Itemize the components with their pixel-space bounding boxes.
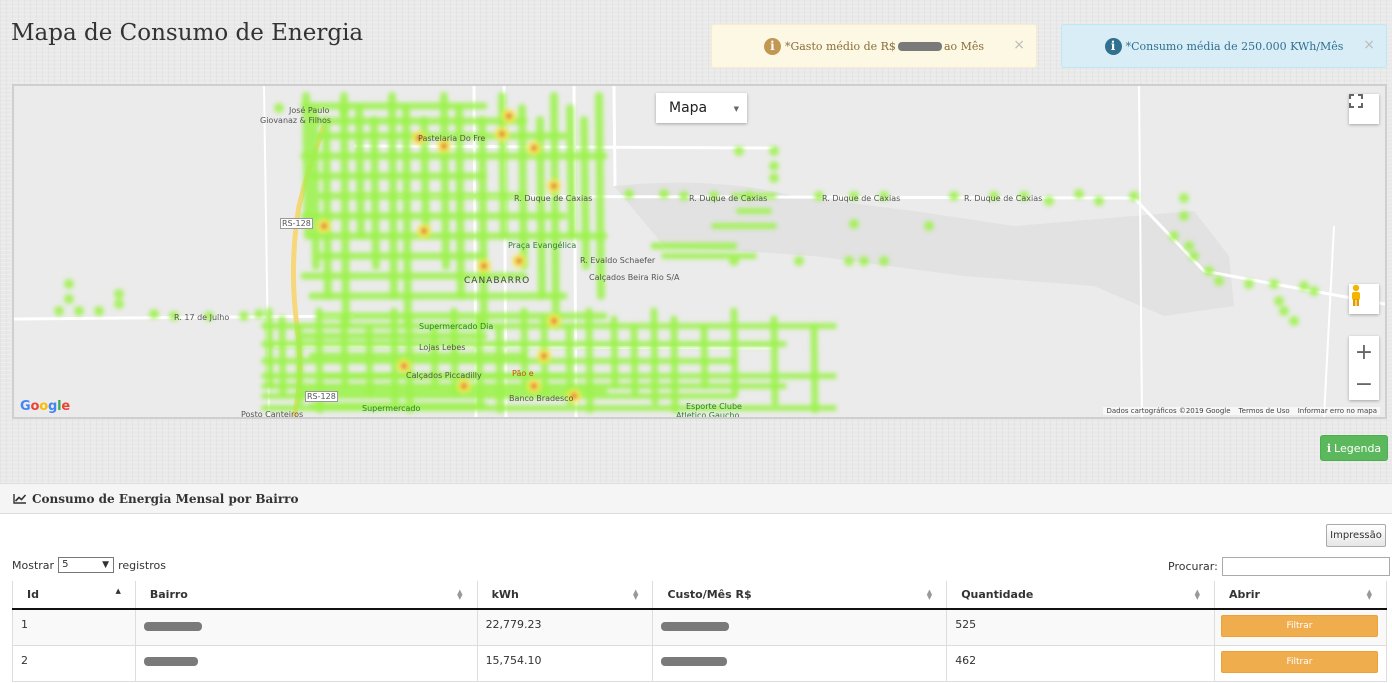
zoom-control: + −: [1349, 336, 1379, 400]
map-canvas: [14, 86, 1385, 417]
cell-kwh: 22,779.23: [476, 608, 654, 646]
cell-id: 1: [12, 608, 136, 646]
chevron-down-icon: ▼: [733, 105, 739, 113]
street-label: R. Duque de Caxias: [514, 194, 593, 203]
redacted-value: [661, 657, 728, 666]
road-shield: RS-128: [280, 218, 313, 229]
table-row: 2 15,754.10 462 Filtrar: [12, 644, 1388, 682]
cell-bairro: [134, 608, 478, 646]
map-label: Supermercado Dia: [419, 322, 494, 331]
page-length-control: Mostrar 5 ▼ registros: [12, 557, 166, 573]
column-header-id[interactable]: Id ▲: [12, 581, 136, 610]
table-search: Procurar:: [1168, 557, 1390, 576]
map-data-credit: Dados cartográficos ©2019 Google: [1106, 407, 1231, 415]
cell-open: Filtrar: [1213, 644, 1388, 682]
chevron-down-icon: ▼: [102, 560, 110, 570]
column-header-kwh[interactable]: kWh ▲ ▼: [476, 581, 654, 610]
cell-open: Filtrar: [1213, 608, 1388, 646]
table-row: 1 22,779.23 525 Filtrar: [12, 608, 1388, 646]
map-label: Supermercado: [362, 404, 421, 413]
map-label: CANABARRO: [464, 276, 531, 286]
legend-button[interactable]: i Legenda: [1320, 435, 1388, 461]
map-label: Atletico Gaucho: [676, 411, 740, 419]
search-label: Procurar:: [1168, 560, 1218, 573]
road-shield: RS-128: [305, 391, 338, 402]
map-label: Pastelaria Do Fre: [418, 134, 486, 143]
cell-id: 2: [12, 644, 136, 682]
map-type-select[interactable]: Mapa ▼: [656, 93, 747, 123]
street-label: R. Duque de Caxias: [964, 194, 1043, 203]
average-cost-suffix: ao Mês: [943, 39, 985, 53]
legend-label: Legenda: [1334, 441, 1382, 455]
zoom-in-button[interactable]: +: [1349, 336, 1379, 368]
column-header-open[interactable]: Abrir ▲ ▼: [1213, 581, 1388, 610]
fullscreen-icon: [1349, 94, 1363, 108]
street-label: R. Evaldo Schaefer: [580, 256, 656, 265]
search-input[interactable]: [1221, 557, 1390, 576]
google-logo: Google: [20, 399, 70, 414]
heatmap-map[interactable]: José Paulo Giovanaz & Filhos Pastelaria …: [12, 84, 1387, 419]
redacted-value: [143, 657, 198, 666]
map-type-value: Mapa: [669, 100, 708, 116]
print-button[interactable]: Impressão: [1326, 524, 1386, 547]
map-label: Lojas Lebes: [419, 343, 466, 352]
map-label: Calçados Beira Rio S/A: [589, 273, 680, 282]
page-title: Mapa de Consumo de Energia: [11, 20, 364, 46]
cell-kwh: 15,754.10: [476, 644, 654, 682]
cell-quantity: 462: [946, 644, 1215, 682]
column-header-quantity[interactable]: Quantidade ▲ ▼: [946, 581, 1215, 610]
column-header-bairro[interactable]: Bairro ▲ ▼: [134, 581, 478, 610]
close-icon[interactable]: ×: [1013, 37, 1025, 53]
map-label: Pão e: [512, 369, 534, 378]
terms-link[interactable]: Termos de Uso: [1239, 407, 1290, 415]
average-cost-prefix: *Gasto médio de R$: [784, 39, 896, 53]
street-label: R. 17 de Julho: [174, 313, 230, 322]
panel-title: Consumo de Energia Mensal por Bairro: [32, 491, 299, 506]
records-label: registros: [118, 558, 166, 572]
map-label: José Paulo: [289, 106, 330, 115]
close-icon[interactable]: ×: [1363, 37, 1375, 53]
map-label: Banco Bradesco: [509, 394, 574, 403]
map-label: Calçados Piccadilly: [406, 371, 482, 380]
line-chart-icon: [13, 494, 27, 504]
filter-button[interactable]: Filtrar: [1220, 650, 1378, 673]
map-label: Posto Canteiros: [241, 410, 304, 419]
fullscreen-button[interactable]: [1349, 94, 1379, 124]
consumption-table: Id ▲ Bairro ▲ ▼ kWh ▲ ▼ Custo/Mês R$ ▲ ▼ Quanti…: [12, 581, 1388, 682]
info-icon: i: [763, 37, 781, 55]
info-icon: i: [1104, 37, 1122, 55]
filter-button[interactable]: Filtrar: [1220, 615, 1378, 637]
zoom-out-button[interactable]: −: [1349, 368, 1379, 400]
street-view-pegman-button[interactable]: [1349, 284, 1379, 314]
redacted-value: [661, 621, 730, 631]
map-label: Giovanaz & Filhos: [260, 116, 332, 125]
redacted-value: [143, 621, 202, 631]
average-cost-alert: i *Gasto médio de R$ ao Mês ×: [711, 24, 1037, 68]
redacted-value: [897, 41, 942, 51]
map-label: Esporte Clube: [686, 402, 742, 411]
average-consumption-text: *Consumo média de 250.000 KWh/Mês: [1125, 39, 1344, 53]
show-label: Mostrar: [12, 558, 55, 572]
page-length-select[interactable]: 5 ▼: [58, 557, 115, 573]
map-attribution: Dados cartográficos ©2019 Google Termos …: [1103, 407, 1380, 415]
pegman-icon: [1352, 284, 1360, 306]
street-label: R. Duque de Caxias: [689, 194, 768, 203]
street-label: R. Duque de Caxias: [822, 194, 901, 203]
cell-bairro: [134, 644, 478, 682]
cell-cost: [652, 644, 948, 682]
info-icon: i: [1326, 441, 1332, 455]
report-error-link[interactable]: Informar erro no mapa: [1298, 407, 1377, 415]
cell-quantity: 525: [946, 608, 1215, 646]
panel-header: Consumo de Energia Mensal por Bairro: [0, 484, 1392, 514]
average-consumption-alert: i *Consumo média de 250.000 KWh/Mês ×: [1061, 24, 1387, 68]
consumption-panel: Consumo de Energia Mensal por Bairro Imp…: [0, 483, 1392, 683]
column-header-cost[interactable]: Custo/Mês R$ ▲ ▼: [652, 581, 948, 610]
page-length-value: 5: [62, 559, 69, 570]
cell-cost: [652, 608, 948, 646]
map-label: Praça Evangélica: [508, 241, 577, 250]
